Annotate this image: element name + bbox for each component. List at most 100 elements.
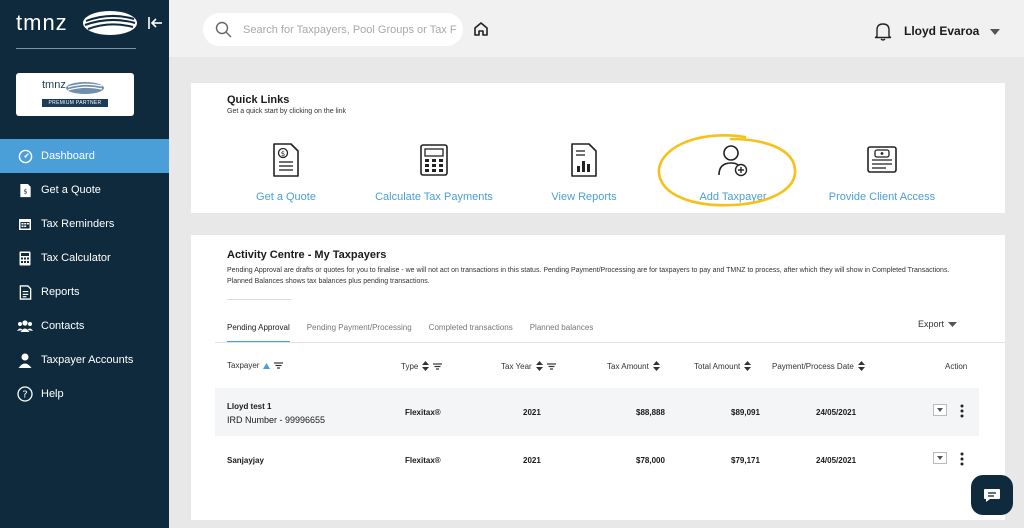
help-icon: ? xyxy=(17,386,33,402)
activity-title: Activity Centre - My Taxpayers xyxy=(227,249,387,261)
sidebar-nav: Dashboard $ Get a Quote Tax Reminders Ta… xyxy=(0,139,169,411)
report-chart-icon xyxy=(509,141,659,179)
filter-icon[interactable] xyxy=(433,362,443,370)
sidebar-item-label: Taxpayer Accounts xyxy=(41,354,134,366)
tab-pending-payment-processing[interactable]: Pending Payment/Processing xyxy=(307,323,412,343)
search-bar xyxy=(203,13,463,46)
sidebar-item-contacts[interactable]: Contacts xyxy=(0,309,169,343)
tax-amount-value: $78,000 xyxy=(636,456,665,465)
quick-link-view-reports[interactable]: View Reports xyxy=(509,141,659,203)
sidebar-item-tax-reminders[interactable]: Tax Reminders xyxy=(0,207,169,241)
brand-swoosh-icon xyxy=(83,11,137,35)
more-options-icon[interactable] xyxy=(960,404,964,418)
tab-completed-transactions[interactable]: Completed transactions xyxy=(429,323,513,343)
more-options-icon[interactable] xyxy=(960,452,964,466)
column-header-total-amount[interactable]: Total Amount xyxy=(694,361,752,371)
column-header-label: Payment/Process Date xyxy=(772,361,854,371)
column-header-tax-year[interactable]: Tax Year xyxy=(501,361,556,371)
sort-icon[interactable] xyxy=(652,361,660,371)
dashboard-icon xyxy=(17,148,33,164)
chat-icon xyxy=(984,488,1000,502)
chevron-down-icon[interactable] xyxy=(990,29,1000,35)
tab-planned-balances[interactable]: Planned balances xyxy=(530,323,594,343)
quick-links-card: Quick Links Get a quick start by clickin… xyxy=(191,83,1005,213)
taxpayer-name: Lloyd test 1 xyxy=(227,402,272,411)
table-row[interactable]: Lloyd test 1 IRD Number - 99996655 Flexi… xyxy=(215,388,979,436)
column-header-label: Total Amount xyxy=(694,361,741,371)
svg-text:$: $ xyxy=(23,187,27,195)
sort-icon[interactable] xyxy=(744,361,752,371)
payment-date-value: 24/05/2021 xyxy=(816,456,857,465)
quick-link-calculate-tax-payments[interactable]: Calculate Tax Payments xyxy=(359,141,509,203)
column-header-label: Type xyxy=(401,361,419,371)
filter-icon[interactable] xyxy=(546,362,556,370)
quote-document-icon: $ xyxy=(211,141,361,179)
sidebar-item-tax-calculator[interactable]: Tax Calculator xyxy=(0,241,169,275)
tax-amount-value: $88,888 xyxy=(636,408,665,417)
sort-icon[interactable] xyxy=(535,361,543,371)
highlight-circle-annotation xyxy=(657,134,797,207)
sort-icon[interactable] xyxy=(422,361,430,371)
sidebar-item-label: Tax Calculator xyxy=(41,252,111,264)
column-header-tax-amount[interactable]: Tax Amount xyxy=(607,361,660,371)
row-action-dropdown[interactable] xyxy=(933,404,947,416)
report-icon xyxy=(17,284,33,300)
export-button[interactable]: Export xyxy=(918,319,944,329)
sidebar-item-label: Dashboard xyxy=(41,150,95,162)
ird-number: IRD Number - 99996655 xyxy=(227,415,326,425)
column-header-label: Tax Amount xyxy=(607,361,649,371)
user-icon xyxy=(17,352,33,368)
sidebar-item-get-a-quote[interactable]: $ Get a Quote xyxy=(0,173,169,207)
column-header-label: Tax Year xyxy=(501,361,532,371)
activity-divider xyxy=(227,299,291,300)
column-header-payment-date[interactable]: Payment/Process Date xyxy=(772,361,865,371)
sidebar-item-taxpayer-accounts[interactable]: Taxpayer Accounts xyxy=(0,343,169,377)
bell-icon[interactable] xyxy=(874,21,892,41)
contacts-icon xyxy=(17,318,33,334)
column-header-label: Action xyxy=(945,362,968,371)
column-header-type[interactable]: Type xyxy=(401,361,443,371)
calculator-icon xyxy=(359,141,509,179)
quick-link-get-a-quote[interactable]: $ Get a Quote xyxy=(211,141,361,203)
top-bar: Lloyd Evaroa xyxy=(169,0,1024,57)
activity-description: Pending Approval are drafts or quotes fo… xyxy=(227,267,950,285)
brand-divider xyxy=(16,48,136,49)
chevron-down-icon[interactable] xyxy=(948,322,957,327)
search-input[interactable] xyxy=(243,21,457,38)
tax-year-value: 2021 xyxy=(523,456,541,465)
chevron-down-icon xyxy=(937,456,943,460)
svg-text:?: ? xyxy=(22,390,27,401)
calendar-icon xyxy=(17,216,33,232)
sort-ascending-icon[interactable] xyxy=(263,362,271,369)
type-value: Flexitax® xyxy=(405,408,441,417)
sidebar-item-dashboard[interactable]: Dashboard xyxy=(0,139,169,173)
quick-link-label: Provide Client Access xyxy=(828,191,936,203)
partner-badge: tmnz PREMIUM PARTNER xyxy=(16,73,134,116)
payment-date-value: 24/05/2021 xyxy=(816,408,857,417)
chat-button[interactable] xyxy=(971,475,1013,515)
row-action-dropdown[interactable] xyxy=(933,452,947,464)
sidebar-item-help[interactable]: ? Help xyxy=(0,377,169,411)
column-header-taxpayer[interactable]: Taxpayer xyxy=(227,361,284,370)
filter-icon[interactable] xyxy=(274,362,284,369)
partner-logo-text: tmnz xyxy=(42,79,66,91)
sort-icon[interactable] xyxy=(857,361,865,371)
chevron-down-icon xyxy=(937,408,943,412)
home-icon[interactable] xyxy=(473,21,489,37)
quick-link-provide-client-access[interactable]: Provide Client Access xyxy=(807,141,957,203)
tab-pending-approval[interactable]: Pending Approval xyxy=(227,323,290,343)
table-row[interactable]: Sanjayjay Flexitax® 2021 $78,000 $79,171… xyxy=(215,436,979,484)
column-header-action: Action xyxy=(945,362,967,371)
sidebar-item-reports[interactable]: Reports xyxy=(0,275,169,309)
total-amount-value: $89,091 xyxy=(731,408,760,417)
sidebar-item-label: Get a Quote xyxy=(41,184,101,196)
user-name[interactable]: Lloyd Evaroa xyxy=(904,24,979,38)
collapse-sidebar-icon[interactable] xyxy=(147,16,163,30)
client-access-icon xyxy=(807,141,957,179)
sidebar-item-label: Reports xyxy=(41,286,80,298)
activity-tabs: Pending Approval Pending Payment/Process… xyxy=(227,323,610,343)
quote-icon: $ xyxy=(17,182,33,198)
sidebar-item-label: Tax Reminders xyxy=(41,218,115,230)
activity-centre-card: Activity Centre - My Taxpayers Pending A… xyxy=(191,235,1005,520)
search-icon xyxy=(215,21,232,38)
